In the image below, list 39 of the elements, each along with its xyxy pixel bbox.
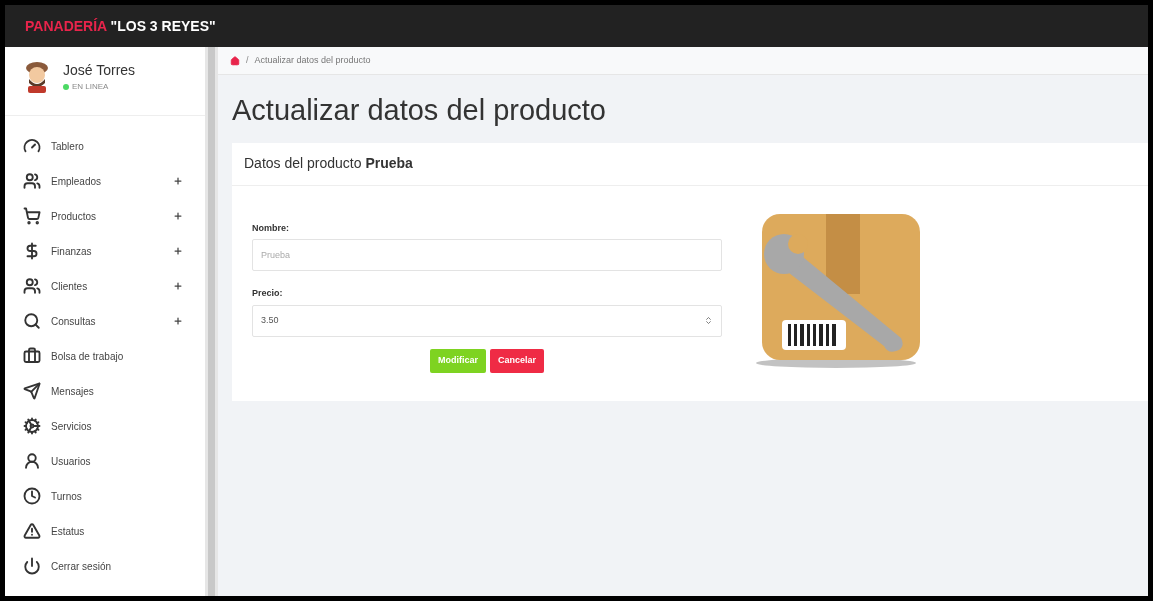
sidebar-item[interactable]: Servicios [5, 412, 205, 440]
sidebar-item[interactable]: Turnos [5, 482, 205, 510]
sidebar-item[interactable]: Tablero [5, 132, 205, 160]
clock-icon [23, 487, 41, 505]
sidebar-item[interactable]: Cerrar sesión [5, 552, 205, 580]
sidebar-item[interactable]: Bolsa de trabajo [5, 342, 205, 370]
field-label: Nombre: [252, 221, 290, 235]
user-status: EN LINEA [63, 80, 136, 93]
gauge-icon [23, 137, 41, 155]
warning-icon [23, 522, 41, 540]
person-icon [23, 452, 41, 470]
cart-icon [23, 207, 41, 225]
breadcrumb-current: Actualizar datos del producto [254, 53, 371, 67]
cancel-button[interactable]: Cancelar [490, 348, 544, 373]
people-icon [23, 172, 41, 190]
search-icon [23, 312, 41, 330]
people-icon [23, 277, 41, 295]
sidebar-item[interactable]: Mensajes [5, 377, 205, 405]
avatar-drawing [23, 59, 51, 93]
user-name: José Torres [63, 60, 136, 80]
sidebar-item[interactable]: Estatus [5, 517, 205, 545]
paper-plane-icon [23, 382, 41, 400]
sidebar-item[interactable]: Consultas [5, 307, 205, 335]
sidebar-item[interactable]: Productos [5, 202, 205, 230]
brand-title[interactable]: PANADERÍA "LOS 3 REYES" [25, 15, 216, 37]
sidebar-item[interactable]: Clientes [5, 272, 205, 300]
breadcrumb-separator: / [246, 53, 249, 67]
spinner-icon[interactable] [704, 316, 713, 325]
briefcase-icon [23, 347, 41, 365]
page-title: Actualizar datos del producto [231, 93, 607, 128]
sidebar-item[interactable]: Finanzas [5, 237, 205, 265]
name-field[interactable]: Prueba [252, 239, 722, 271]
price-field[interactable]: 3.50 [252, 304, 722, 337]
card-title: Datos del producto Prueba [244, 154, 413, 173]
sidebar-item[interactable]: Usuarios [5, 447, 205, 475]
home-icon[interactable] [230, 55, 240, 66]
sidebar-item[interactable]: Empleados [5, 167, 205, 195]
field-label: Precio: [252, 287, 284, 300]
power-icon [23, 557, 41, 575]
